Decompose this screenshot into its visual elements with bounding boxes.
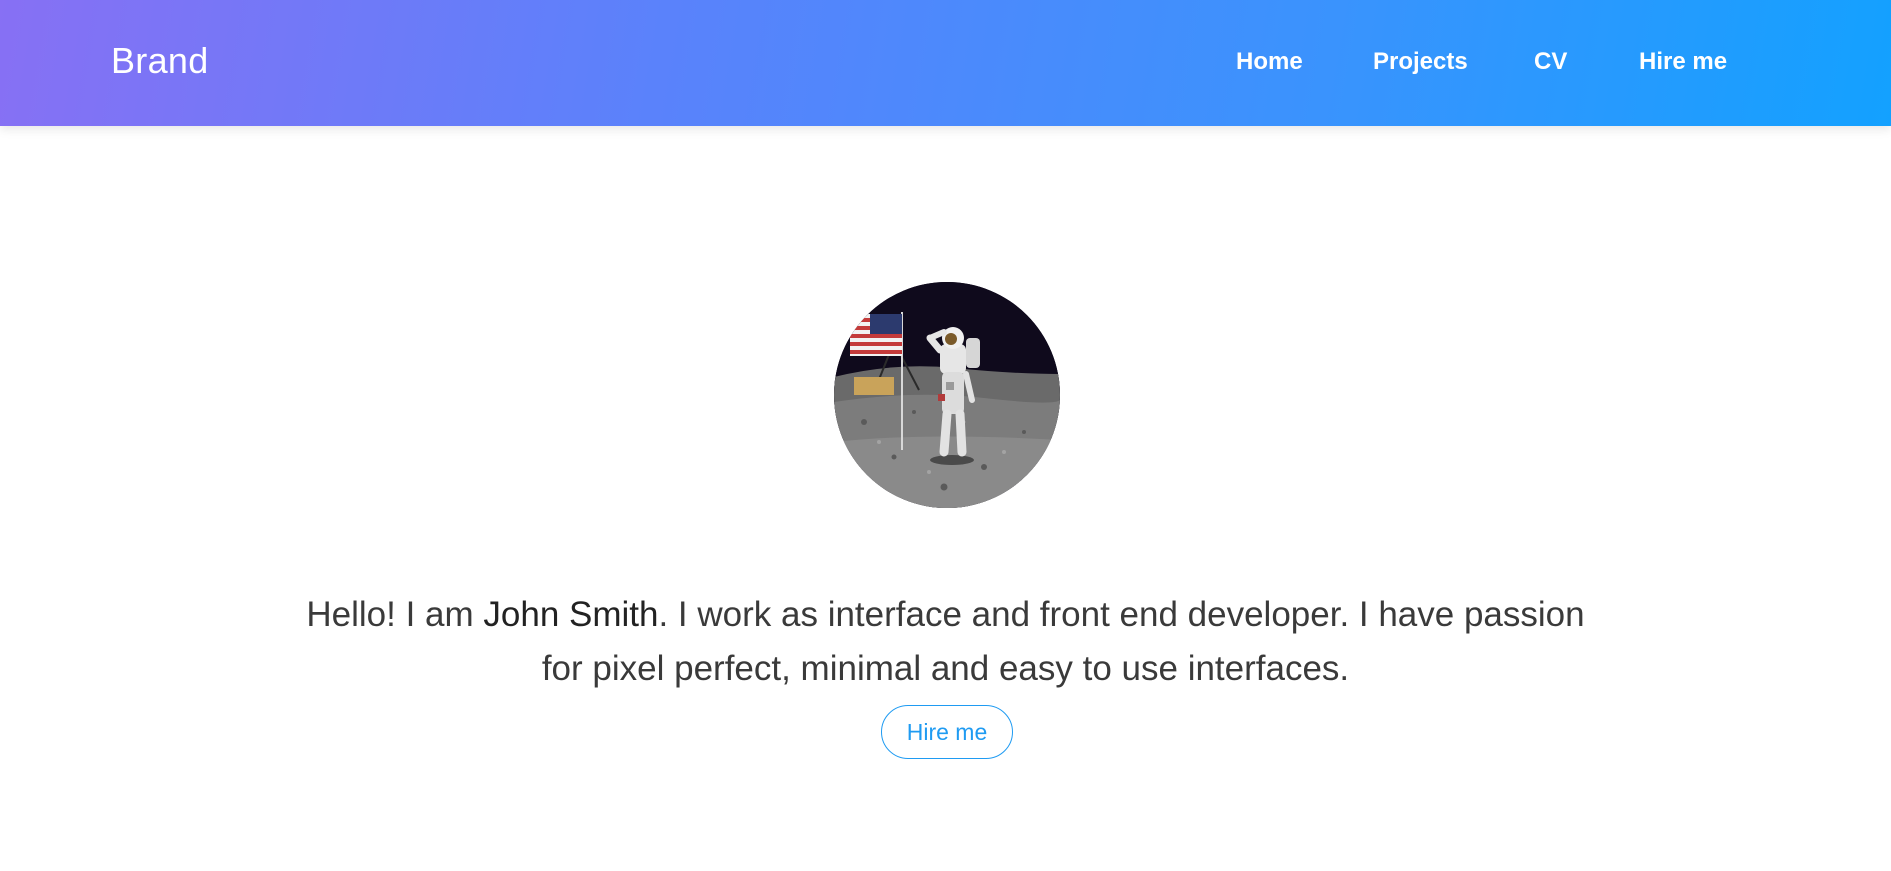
developer-name: John Smith [483, 595, 659, 634]
intro-text: Hello! I am John Smith. I work as interf… [300, 588, 1591, 696]
intro-prefix: Hello! I am [306, 595, 484, 634]
avatar [834, 282, 1060, 508]
nav-cv-link[interactable]: CV [1534, 48, 1567, 76]
nav-hire-me-link[interactable]: Hire me [1639, 48, 1727, 76]
nav-projects-link[interactable]: Projects [1373, 48, 1468, 76]
hire-me-button[interactable]: Hire me [881, 705, 1013, 759]
intro-suffix: . I work as interface and front end deve… [541, 595, 1585, 688]
astronaut-photo-icon [834, 282, 1060, 508]
nav-home-link[interactable]: Home [1236, 48, 1303, 76]
navbar: Brand Home Projects CV Hire me [0, 0, 1891, 126]
main-nav: Home Projects CV Hire me [0, 48, 1891, 80]
